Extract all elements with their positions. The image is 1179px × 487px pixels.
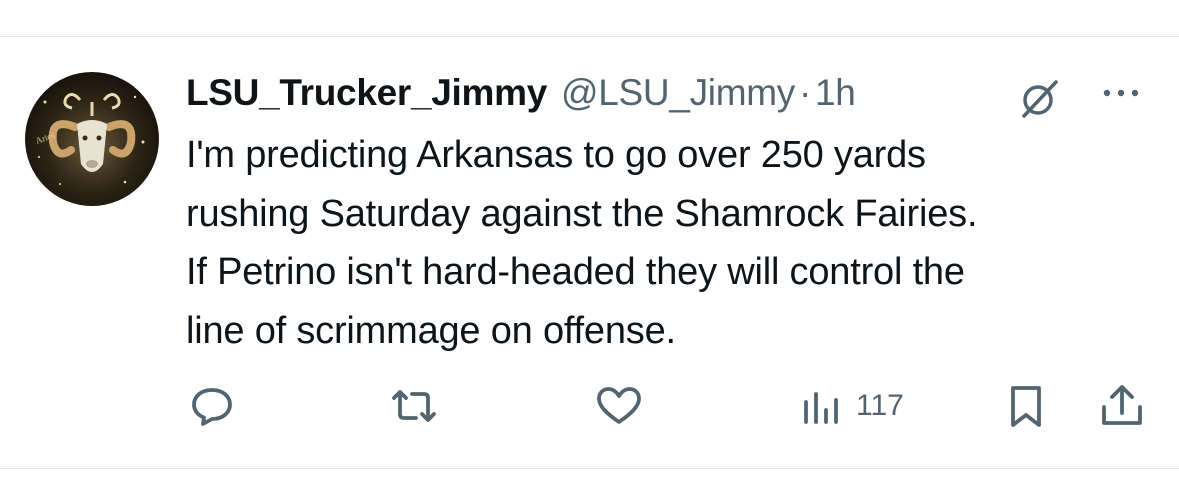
views-count: 117 — [856, 389, 904, 422]
user-handle[interactable]: @LSU_Jimmy — [561, 72, 795, 114]
reply-icon — [192, 388, 232, 426]
timestamp[interactable]: 1h — [815, 72, 856, 114]
bottom-divider — [0, 468, 1179, 469]
display-name[interactable]: LSU_Trucker_Jimmy — [186, 72, 547, 114]
retweet-icon — [392, 390, 436, 422]
avatar[interactable]: Aries — [25, 72, 159, 206]
reply-button[interactable] — [188, 384, 236, 428]
more-icon[interactable] — [1098, 78, 1144, 108]
bookmark-icon — [1011, 386, 1041, 427]
retweet-button[interactable] — [386, 384, 442, 428]
views-bar-chart-icon — [804, 392, 838, 424]
like-button[interactable] — [594, 384, 644, 428]
share-button[interactable] — [1098, 384, 1146, 428]
tweet-text-line: I'm predicting Arkansas to go over 250 y… — [186, 134, 926, 176]
tweet-header: LSU_Trucker_Jimmy @LSU_Jimmy · 1h — [186, 72, 856, 118]
heart-icon — [597, 387, 641, 424]
grok-icon[interactable] — [1018, 76, 1062, 120]
bookmark-button[interactable] — [1004, 384, 1048, 428]
share-icon — [1102, 385, 1142, 425]
tweet-text: I'm predicting Arkansas to go over 250 y… — [186, 126, 1156, 360]
tweet-text-line: rushing Saturday against the Shamrock Fa… — [186, 192, 978, 235]
views-button[interactable]: 117 — [800, 384, 904, 428]
separator-dot: · — [798, 72, 811, 113]
tweet-text-line: If Petrino isn't hard-headed they will c… — [186, 251, 965, 293]
top-divider — [0, 36, 1179, 37]
aries-ram-icon: Aries — [34, 93, 145, 185]
tweet-text-line: line of scrimmage on offense. — [186, 309, 676, 352]
